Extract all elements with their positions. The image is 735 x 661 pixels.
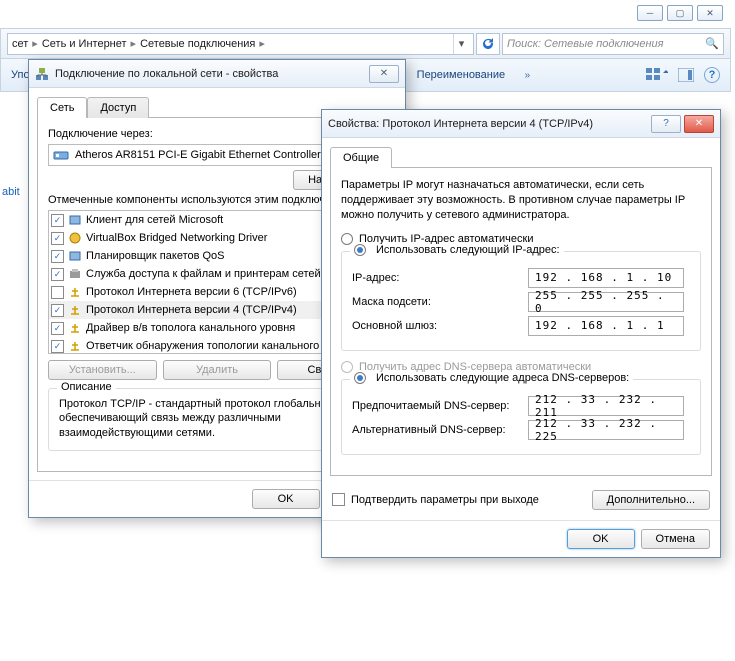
component-icon: [68, 267, 82, 281]
search-input[interactable]: Поиск: Сетевые подключения 🔍: [502, 33, 724, 55]
close-button[interactable]: ✕: [697, 5, 723, 21]
component-icon: [68, 285, 82, 299]
refresh-button[interactable]: [476, 33, 500, 55]
validate-checkbox[interactable]: Подтвердить параметры при выходе: [332, 493, 539, 506]
component-label: Протокол Интернета версии 4 (TCP/IPv4): [86, 304, 297, 316]
preview-pane-button[interactable]: [678, 68, 694, 82]
component-icon: [68, 249, 82, 263]
help-button[interactable]: ?: [704, 67, 720, 83]
ipv4-dialog-title: Свойства: Протокол Интернета версии 4 (T…: [328, 118, 593, 130]
validate-label: Подтвердить параметры при выходе: [351, 494, 539, 506]
more-commands[interactable]: »: [525, 70, 531, 81]
checkbox-icon: [332, 493, 345, 506]
lan-dialog-close[interactable]: ✕: [369, 65, 399, 83]
checkbox-icon[interactable]: ✓: [51, 232, 64, 245]
component-icon: [68, 321, 82, 335]
ip-address-label: IP-адрес:: [352, 272, 528, 284]
search-icon: 🔍: [705, 37, 719, 50]
breadcrumb-item[interactable]: Сеть и Интернет: [42, 38, 127, 50]
checkbox-icon[interactable]: ✓: [51, 250, 64, 263]
ip-manual-group: Использовать следующий IP-адрес: IP-адре…: [341, 251, 701, 351]
ipv4-ok-button[interactable]: OK: [567, 529, 635, 549]
component-label: Протокол Интернета версии 6 (TCP/IPv6): [86, 286, 297, 298]
breadcrumb-dropdown[interactable]: ▾: [453, 34, 469, 54]
subnet-mask-label: Маска подсети:: [352, 296, 528, 308]
breadcrumb[interactable]: сет▸ Сеть и Интернет▸ Сетевые подключени…: [7, 33, 474, 55]
checkbox-icon[interactable]: ✓: [51, 268, 64, 281]
checkbox-icon[interactable]: ✓: [51, 322, 64, 335]
ipv4-help-text: Параметры IP могут назначаться автоматич…: [341, 178, 701, 223]
breadcrumb-item[interactable]: сет: [12, 38, 28, 50]
component-icon: [68, 339, 82, 353]
ipv4-help-button[interactable]: ?: [651, 115, 681, 133]
advanced-button[interactable]: Дополнительно...: [592, 490, 710, 510]
lan-dialog-title: Подключение по локальной сети - свойства: [55, 68, 278, 80]
component-label: Драйвер в/в тополога канального уровня: [86, 322, 295, 334]
radio-icon: [354, 244, 366, 256]
tab-general[interactable]: Общие: [330, 147, 392, 168]
breadcrumb-item[interactable]: Сетевые подключения: [140, 38, 255, 50]
install-button[interactable]: Установить...: [48, 360, 157, 380]
dns2-label: Альтернативный DNS-сервер:: [352, 424, 528, 436]
rename-cmd[interactable]: Переименование подключения: [417, 69, 507, 81]
lan-ok-button[interactable]: OK: [252, 489, 320, 509]
minimize-button[interactable]: ─: [637, 5, 663, 21]
ipv4-cancel-button[interactable]: Отмена: [641, 529, 710, 549]
component-label: Планировщик пакетов QoS: [86, 250, 225, 262]
network-icon: [35, 67, 49, 81]
adapter-name: Atheros AR8151 PCI-E Gigabit Ethernet Co…: [75, 149, 321, 161]
component-icon: [68, 231, 82, 245]
checkbox-icon[interactable]: [51, 286, 64, 299]
gateway-label: Основной шлюз:: [352, 320, 528, 332]
description-title: Описание: [57, 381, 116, 393]
ipv4-dialog-titlebar[interactable]: Свойства: Протокол Интернета версии 4 (T…: [322, 110, 720, 138]
component-label: Ответчик обнаружения топологии канальног…: [86, 340, 358, 352]
ip-manual-label: Использовать следующий IP-адрес:: [376, 244, 560, 256]
tab-access[interactable]: Доступ: [87, 97, 149, 118]
ip-address-input[interactable]: 192 . 168 . 1 . 10: [528, 268, 684, 288]
ipv4-properties-dialog: Свойства: Протокол Интернета версии 4 (T…: [321, 109, 721, 558]
component-label: Клиент для сетей Microsoft: [86, 214, 223, 226]
maximize-button[interactable]: ▢: [667, 5, 693, 21]
ip-manual-radio[interactable]: Использовать следующий IP-адрес:: [350, 244, 564, 256]
component-icon: [68, 303, 82, 317]
checkbox-icon[interactable]: ✓: [51, 340, 64, 353]
sidebar-item-fragment: abit: [2, 186, 26, 198]
dns-manual-group: Использовать следующие адреса DNS-сервер…: [341, 379, 701, 455]
dns2-input[interactable]: 212 . 33 . 232 . 225: [528, 420, 684, 440]
dns1-input[interactable]: 212 . 33 . 232 . 211: [528, 396, 684, 416]
adapter-icon: [53, 147, 69, 163]
subnet-mask-input[interactable]: 255 . 255 . 255 . 0: [528, 292, 684, 312]
dns-manual-radio[interactable]: Использовать следующие адреса DNS-сервер…: [350, 372, 633, 384]
uninstall-button[interactable]: Удалить: [163, 360, 272, 380]
search-placeholder: Поиск: Сетевые подключения: [507, 38, 664, 50]
dns1-label: Предпочитаемый DNS-сервер:: [352, 400, 528, 412]
component-icon: [68, 213, 82, 227]
radio-icon: [354, 372, 366, 384]
lan-dialog-titlebar[interactable]: Подключение по локальной сети - свойства…: [29, 60, 405, 88]
component-label: VirtualBox Bridged Networking Driver: [86, 232, 267, 244]
dns-manual-label: Использовать следующие адреса DNS-сервер…: [376, 372, 629, 384]
view-icons-button[interactable]: [646, 67, 668, 83]
checkbox-icon[interactable]: ✓: [51, 304, 64, 317]
ipv4-close-button[interactable]: ✕: [684, 115, 714, 133]
tab-network[interactable]: Сеть: [37, 97, 87, 118]
checkbox-icon[interactable]: ✓: [51, 214, 64, 227]
gateway-input[interactable]: 192 . 168 . 1 . 1: [528, 316, 684, 336]
